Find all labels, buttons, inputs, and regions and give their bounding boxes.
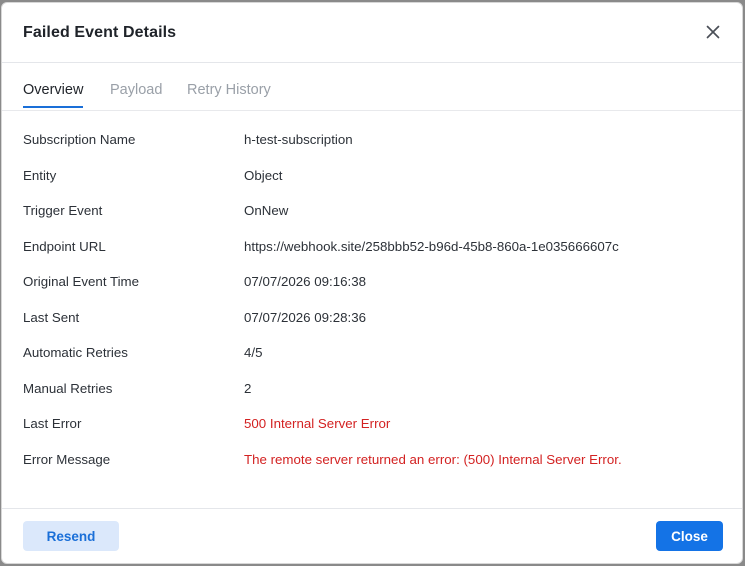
detail-label: Entity	[23, 167, 57, 183]
dialog-title: Failed Event Details	[23, 24, 177, 41]
dialog-header: Failed Event Details	[2, 3, 742, 63]
tab-payload[interactable]: Payload	[110, 82, 162, 106]
detail-label: Manual Retries	[23, 380, 113, 396]
detail-row-automatic-retries: Automatic Retries 4/5	[23, 334, 723, 370]
failed-event-dialog: Failed Event Details Overview Payload Re…	[1, 2, 743, 564]
detail-label: Last Sent	[23, 309, 80, 325]
detail-value: 07/07/2026 09:16:38	[244, 274, 367, 289]
detail-label: Original Event Time	[23, 274, 140, 289]
detail-value: Object	[244, 167, 283, 183]
tab-overview[interactable]: Overview	[23, 82, 84, 108]
detail-row-subscription-name: Subscription Name h-test-subscription	[23, 121, 723, 157]
dialog-footer: Resend Close	[2, 508, 742, 563]
tab-retry-history[interactable]: Retry History	[187, 82, 271, 106]
detail-label: Error Message	[23, 451, 111, 467]
detail-label: Trigger Event	[23, 203, 103, 218]
details-list: Subscription Name h-test-subscription En…	[23, 121, 723, 476]
detail-value: 4/5	[244, 345, 263, 360]
detail-value: 2	[244, 380, 252, 396]
detail-row-endpoint-url: Endpoint URL https://webhook.site/258bbb…	[23, 228, 723, 264]
detail-label: Subscription Name	[23, 132, 136, 147]
detail-row-last-sent: Last Sent 07/07/2026 09:28:36	[23, 299, 723, 335]
detail-value: h-test-subscription	[244, 132, 353, 147]
detail-value: 07/07/2026 09:28:36	[244, 309, 367, 325]
detail-row-manual-retries: Manual Retries 2	[23, 370, 723, 406]
detail-label: Last Error	[23, 416, 82, 431]
close-icon[interactable]	[704, 23, 722, 41]
detail-row-original-event-time: Original Event Time 07/07/2026 09:16:38	[23, 263, 723, 299]
detail-value-error: 500 Internal Server Error	[244, 416, 391, 431]
detail-row-last-error: Last Error 500 Internal Server Error	[23, 405, 723, 441]
detail-row-entity: Entity Object	[23, 157, 723, 193]
detail-value: OnNew	[244, 203, 289, 218]
close-button[interactable]: Close	[656, 521, 723, 551]
detail-row-trigger-event: Trigger Event OnNew	[23, 192, 723, 228]
detail-value-error: The remote server returned an error: (50…	[244, 451, 622, 467]
detail-row-error-message: Error Message The remote server returned…	[23, 441, 723, 477]
resend-button[interactable]: Resend	[23, 521, 119, 551]
detail-value: https://webhook.site/258bbb52-b96d-45b8-…	[244, 238, 619, 254]
detail-label: Endpoint URL	[23, 238, 106, 254]
tab-bar: Overview Payload Retry History	[2, 63, 742, 111]
detail-label: Automatic Retries	[23, 345, 128, 360]
